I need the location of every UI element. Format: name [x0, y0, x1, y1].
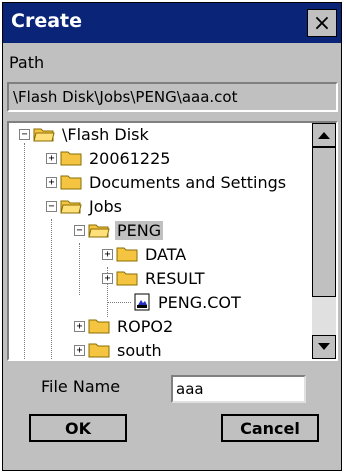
tree-item-label-selected: PENG [115, 220, 164, 240]
expand-icon[interactable]: + [46, 176, 57, 188]
tree-item-label: RESULT [145, 268, 205, 288]
create-dialog: Create × Path \Flash Disk\Jobs\PENG\aaa.… [2, 2, 342, 471]
path-field: \Flash Disk\Jobs\PENG\aaa.cot [7, 82, 338, 112]
tree-connector [51, 219, 52, 359]
folder-open-icon [60, 200, 82, 214]
scroll-up-button[interactable] [312, 123, 336, 147]
folder-icon [60, 175, 82, 190]
title-bar: Create × [3, 3, 341, 43]
folder-icon [60, 151, 82, 166]
tree-connector [79, 243, 80, 295]
tree-item-label: Jobs [89, 196, 122, 216]
file-name-label: File Name [41, 377, 121, 396]
vertical-scrollbar[interactable] [312, 123, 336, 359]
collapse-icon[interactable]: − [46, 200, 57, 212]
cancel-button[interactable]: Cancel [221, 414, 319, 442]
tree-item-jobs[interactable]: − Jobs [46, 195, 124, 217]
tree-item-label: DATA [145, 244, 187, 264]
folder-icon [88, 319, 110, 334]
tree-connector [107, 302, 131, 303]
collapse-icon[interactable]: − [19, 128, 30, 140]
folder-icon [116, 247, 138, 262]
expand-icon[interactable]: + [102, 272, 113, 284]
path-label: Path [9, 53, 45, 72]
file-name-input[interactable] [171, 375, 306, 403]
close-button[interactable]: × [307, 9, 337, 37]
folder-icon [116, 271, 138, 286]
folder-tree[interactable]: − \Flash Disk + 20061225 + Documents and… [7, 121, 338, 361]
tree-item-peng[interactable]: − PENG [74, 219, 164, 241]
expand-icon[interactable]: + [74, 344, 85, 356]
folder-open-icon [33, 128, 55, 142]
file-icon [134, 293, 150, 311]
tree-connector [24, 143, 25, 359]
arrow-down-icon [318, 343, 330, 350]
tree-item-label: ROPO2 [117, 316, 174, 336]
ok-button[interactable]: OK [29, 414, 127, 442]
tree-item-data[interactable]: + DATA [102, 243, 188, 265]
close-icon: × [312, 10, 332, 36]
tree-item-documents-and-settings[interactable]: + Documents and Settings [46, 171, 288, 193]
tree-item-label: PENG.COT [158, 292, 241, 312]
tree-content: − \Flash Disk + 20061225 + Documents and… [9, 123, 314, 359]
tree-item-label: 20061225 [89, 148, 171, 168]
collapse-icon[interactable]: − [74, 224, 85, 236]
dialog-title: Create [11, 10, 82, 32]
tree-item-label: Documents and Settings [89, 172, 287, 192]
tree-item-result[interactable]: + RESULT [102, 267, 207, 289]
tree-item-peng-cot[interactable]: PENG.COT [133, 291, 243, 313]
folder-open-icon [88, 224, 110, 238]
expand-icon[interactable]: + [46, 152, 57, 164]
expand-icon[interactable]: + [74, 320, 85, 332]
tree-item-label: \Flash Disk [62, 124, 149, 144]
tree-item-20061225[interactable]: + 20061225 [46, 147, 172, 169]
tree-item-south[interactable]: + south [74, 339, 164, 359]
folder-icon [88, 343, 110, 358]
tree-item-ropo2[interactable]: + ROPO2 [74, 315, 175, 337]
expand-icon[interactable]: + [102, 248, 113, 260]
tree-item-label: south [117, 340, 162, 360]
scroll-down-button[interactable] [312, 335, 336, 359]
tree-item-flash-disk[interactable]: − \Flash Disk [19, 123, 151, 145]
arrow-up-icon [318, 132, 330, 139]
scrollbar-thumb[interactable] [312, 147, 336, 297]
